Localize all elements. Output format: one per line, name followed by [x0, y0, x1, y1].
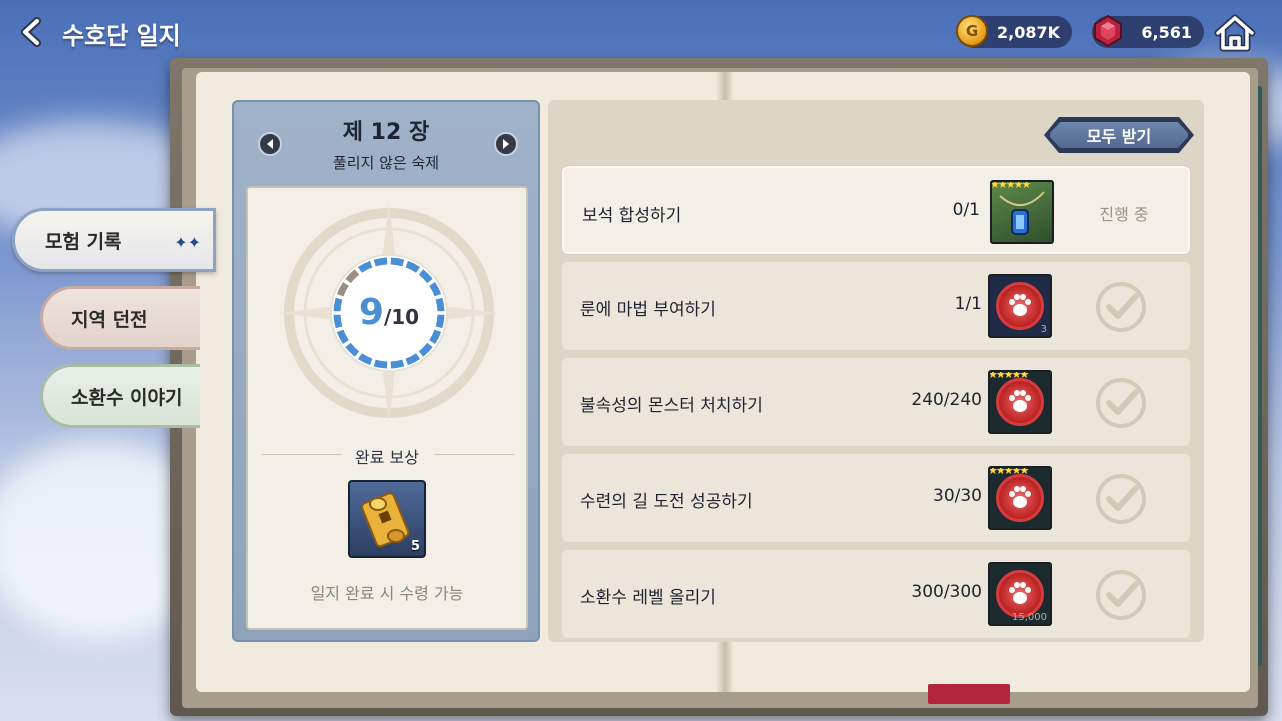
progress-total: /10 [383, 305, 420, 329]
chapter-card: 9/10 완료 보상 5 일지 완료 시 수령 가능 [246, 186, 528, 630]
tab-label: 지역 던전 [71, 308, 148, 331]
quest-progress: 0/1 [952, 200, 980, 220]
chapter-title: 제 12 장 [342, 120, 430, 145]
chapter-panel: 제 12 장 풀리지 않은 숙제 9/10 완료 보상 5 일지 완료 시 수령… [232, 100, 540, 642]
gem-amount: 6,561 [1141, 22, 1192, 42]
paw-icon [1009, 582, 1031, 604]
tab-label: 모험 기록 [45, 230, 122, 253]
paw-icon [1009, 390, 1031, 412]
quest-name: 수련의 길 도전 성공하기 [580, 492, 753, 512]
paw-medal-icon [996, 378, 1044, 426]
paw-medal-icon [996, 570, 1044, 618]
quest-name: 보석 합성하기 [582, 206, 682, 226]
quest-row[interactable]: 보석 합성하기 0/1 ★★★★★ 진행 중 [562, 166, 1190, 254]
star-rating: ★★★★★ [990, 180, 1031, 191]
necklace-icon [999, 191, 1045, 235]
quest-progress: 30/30 [933, 486, 982, 506]
checkmark-circle-icon [1096, 474, 1146, 524]
home-button[interactable] [1214, 14, 1256, 52]
paw-medal-icon [996, 282, 1044, 330]
gem-currency[interactable]: 6,561 [1092, 14, 1204, 48]
chapter-subtitle: 풀리지 않은 숙제 [332, 154, 440, 172]
quest-row[interactable]: 불속성의 몬스터 처치하기 240/240 ★★★★★ [562, 358, 1190, 446]
checkmark-circle-icon [1096, 282, 1146, 332]
sparkle-icon: ✦✦ [174, 233, 201, 252]
quest-reward-item[interactable]: ★★★★★ [988, 466, 1052, 530]
tab-adventure-log[interactable]: 모험 기록 ✦✦ [12, 208, 216, 272]
quest-status: 진행 중 [1099, 205, 1149, 224]
tab-label: 소환수 이야기 [71, 386, 183, 409]
checkmark-circle-icon [1096, 378, 1146, 428]
ruby-gem-icon [1094, 14, 1122, 48]
gold-amount: 2,087K [996, 22, 1060, 42]
claim-all-button[interactable]: 모두 받기 [1048, 120, 1190, 150]
reward-count: 5 [410, 539, 420, 554]
quest-row[interactable]: 수련의 길 도전 성공하기 30/30 ★★★★★ [562, 454, 1190, 542]
quest-name: 룬에 마법 부여하기 [580, 300, 716, 320]
home-icon [1214, 14, 1256, 52]
tab-region-dungeon[interactable]: 지역 던전 [40, 286, 200, 350]
paw-icon [1009, 294, 1031, 316]
paw-medal-icon [996, 474, 1044, 522]
page-title: 수호단 일지 [62, 22, 181, 50]
quest-reward-item[interactable]: ★★★★★ [990, 180, 1054, 244]
quest-name: 소환수 레벨 올리기 [580, 588, 716, 608]
reward-label: 완료 보상 [355, 448, 419, 467]
checkmark-circle-icon [1096, 570, 1146, 620]
quest-progress: 1/1 [954, 294, 982, 314]
quest-progress: 240/240 [911, 390, 982, 410]
gold-currency[interactable]: G 2,087K [956, 15, 1072, 48]
quest-panel: 모두 받기 보석 합성하기 0/1 ★★★★★ 진행 중 룬에 마법 부여하기 … [548, 100, 1204, 642]
quest-reward-item[interactable]: 15,000 [988, 562, 1052, 626]
star-rating: ★★★★★ [988, 370, 1029, 381]
gold-coin-icon: G [956, 15, 988, 47]
item-count: 15,000 [1012, 612, 1047, 623]
paw-icon [1009, 486, 1031, 508]
tab-summon-story[interactable]: 소환수 이야기 [40, 364, 200, 428]
quest-name: 불속성의 몬스터 처치하기 [580, 396, 763, 416]
reward-note: 일지 완료 시 수령 가능 [310, 584, 464, 603]
quest-progress: 300/300 [911, 582, 982, 602]
chapter-progress: 9/10 [328, 292, 450, 333]
quest-reward-item[interactable]: ★★★★★ [988, 370, 1052, 434]
quest-reward-item[interactable]: 3 [988, 274, 1052, 338]
item-count: 3 [1040, 324, 1047, 335]
bookmark-ribbon [928, 684, 1010, 704]
reward-item[interactable]: 5 [348, 480, 426, 558]
quest-row[interactable]: 소환수 레벨 올리기 300/300 15,000 [562, 550, 1190, 638]
progress-current: 9 [358, 292, 384, 333]
quest-row[interactable]: 룬에 마법 부여하기 1/1 3 [562, 262, 1190, 350]
top-bar: 수호단 일지 G 2,087K 6,561 [0, 0, 1282, 64]
star-rating: ★★★★★ [988, 466, 1029, 477]
chevron-left-icon [21, 17, 41, 47]
back-button[interactable] [14, 14, 50, 50]
